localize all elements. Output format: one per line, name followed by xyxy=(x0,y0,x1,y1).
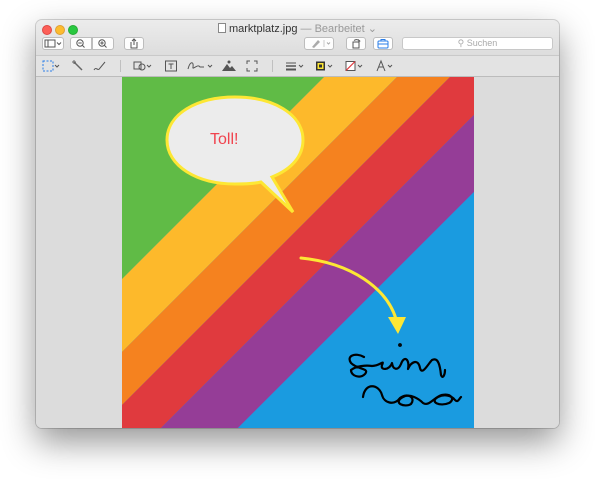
fill-color-icon xyxy=(345,61,363,71)
pen-icon xyxy=(312,40,331,48)
adjust-size-tool[interactable] xyxy=(245,59,259,73)
document-view: Toll! xyxy=(36,77,559,428)
text-tool[interactable] xyxy=(164,59,178,73)
sign-tool[interactable] xyxy=(186,59,214,73)
shapes-tool[interactable] xyxy=(132,59,154,73)
preview-window: marktplatz.jpg — Bearbeitet ⌄ ⚲ Suchen T… xyxy=(36,20,559,428)
sketch-tool[interactable] xyxy=(92,59,108,73)
zoom-out-icon xyxy=(76,39,85,48)
rectangular-selection-icon xyxy=(42,60,60,72)
fill-color-tool[interactable] xyxy=(344,59,366,73)
highlight-button[interactable] xyxy=(304,37,334,50)
markup-toolbar-button[interactable] xyxy=(373,37,393,50)
window-title[interactable]: marktplatz.jpg — Bearbeitet ⌄ xyxy=(36,22,559,36)
share-icon xyxy=(130,38,138,49)
instant-alpha-icon xyxy=(72,60,83,71)
markup-toolbar xyxy=(36,55,559,77)
toolbar-divider xyxy=(272,60,273,72)
rotate-icon xyxy=(352,39,361,49)
sketch-icon xyxy=(93,61,106,71)
shape-style-icon xyxy=(286,62,304,71)
search-field[interactable]: ⚲ Suchen xyxy=(402,37,553,50)
zoom-out-button[interactable] xyxy=(70,37,92,50)
sign-icon xyxy=(187,62,213,70)
toolbar-divider xyxy=(120,60,121,72)
adjust-size-icon xyxy=(246,60,258,72)
sidebar-icon xyxy=(44,39,62,48)
edited-status: — Bearbeitet xyxy=(300,23,365,35)
image-canvas[interactable] xyxy=(122,77,474,428)
text-icon xyxy=(165,60,177,72)
shapes-icon xyxy=(133,61,152,71)
zoom-in-icon xyxy=(98,39,107,48)
markup-toolbox-icon xyxy=(377,39,389,49)
chevron-down-icon: ⌄ xyxy=(367,23,378,35)
search-icon: ⚲ xyxy=(457,38,465,48)
document-icon xyxy=(217,23,226,33)
sidebar-button[interactable] xyxy=(42,37,64,50)
border-color-tool[interactable] xyxy=(314,59,336,73)
title-bar: marktplatz.jpg — Bearbeitet ⌄ ⚲ Suchen xyxy=(36,20,559,55)
rotate-button[interactable] xyxy=(346,37,366,50)
border-color-icon xyxy=(316,61,333,71)
text-style-tool[interactable] xyxy=(374,59,396,73)
adjust-color-icon xyxy=(222,60,236,71)
rectangular-selection-tool[interactable] xyxy=(41,59,61,73)
file-name: marktplatz.jpg xyxy=(228,23,298,35)
zoom-in-button[interactable] xyxy=(92,37,114,50)
adjust-color-tool[interactable] xyxy=(221,59,237,73)
shape-style-tool[interactable] xyxy=(284,59,306,73)
text-style-icon xyxy=(376,59,393,72)
instant-alpha-tool[interactable] xyxy=(71,59,85,73)
search-placeholder: Suchen xyxy=(466,38,498,48)
share-button[interactable] xyxy=(124,37,144,50)
